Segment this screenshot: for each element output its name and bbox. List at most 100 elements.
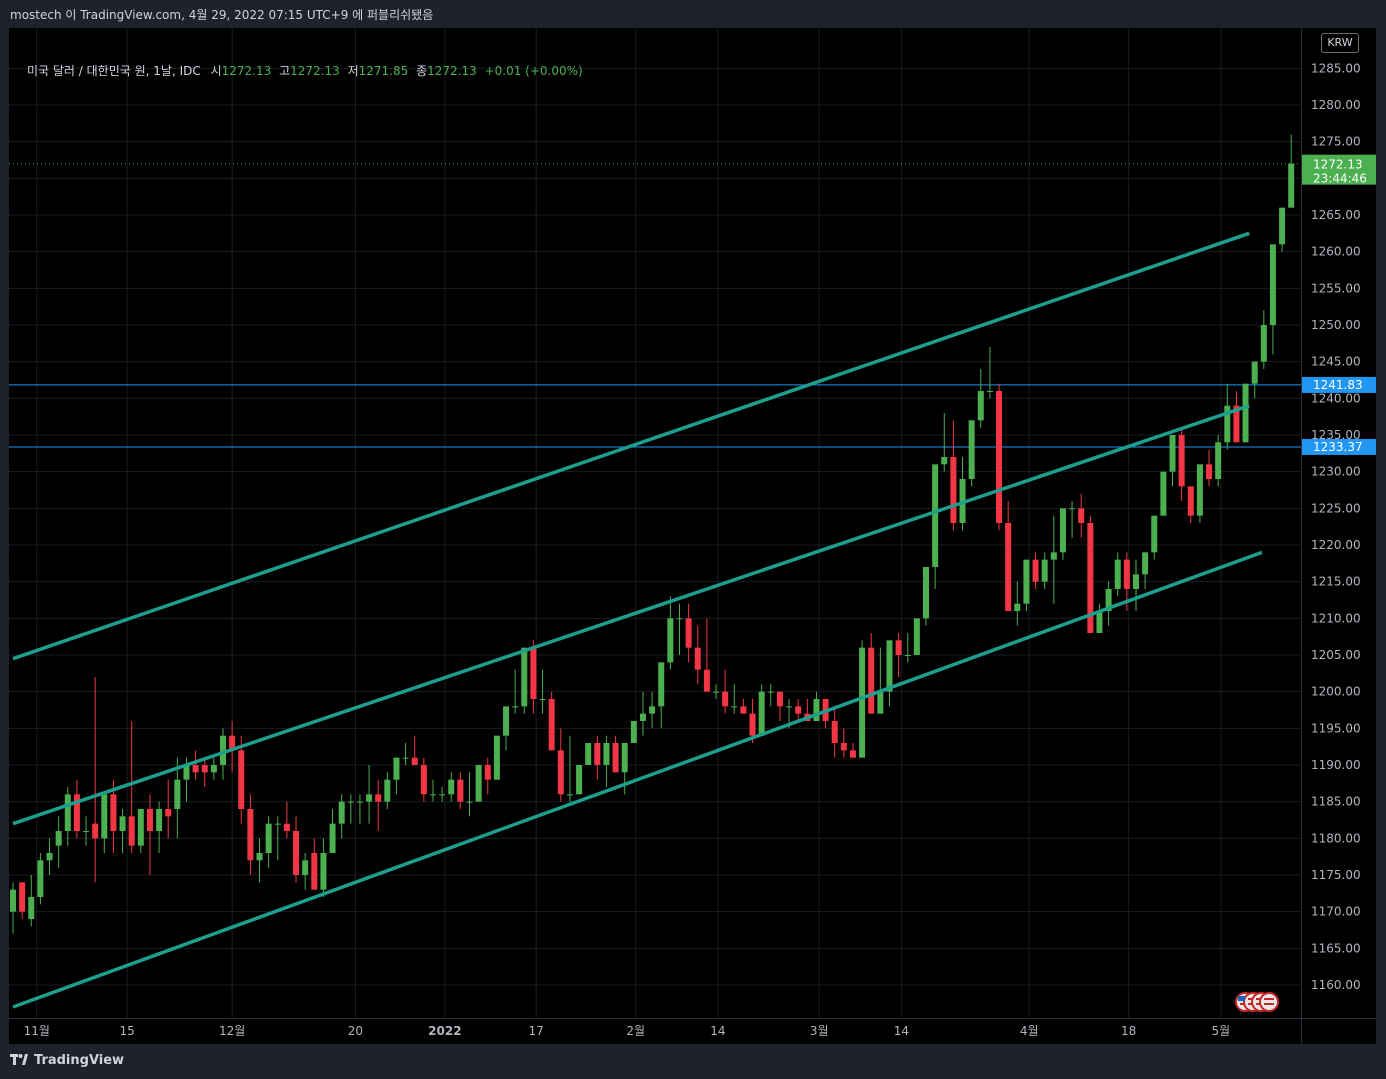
y-tick-label: 1175.00 — [1311, 868, 1361, 882]
candle-body — [347, 801, 354, 803]
candle-body — [1288, 163, 1295, 208]
candle-body — [786, 706, 793, 708]
candle-body — [466, 801, 473, 803]
x-tick-label: 4월 — [1020, 1024, 1039, 1038]
candle-body — [192, 765, 199, 773]
y-tick-label: 1250.00 — [1311, 318, 1361, 332]
candle-body — [658, 662, 665, 707]
candlestick-chart[interactable]: 1160.00 1165.00 1170.00 1175.00 1180.00 1185.… — [9, 28, 1376, 1044]
level-price-label: 1233.37 — [1313, 440, 1363, 454]
candle-body — [1059, 508, 1066, 553]
candle-body — [411, 757, 418, 765]
y-tick-label: 1205.00 — [1311, 648, 1361, 662]
flag-stripe — [1264, 1003, 1274, 1005]
candle-body — [1014, 603, 1021, 611]
candle-body — [420, 765, 427, 795]
candle-body — [402, 757, 409, 759]
candle-body — [10, 889, 16, 912]
candle-body — [293, 831, 300, 875]
legend-high: 1272.13 — [290, 64, 340, 78]
candle-body — [265, 823, 272, 853]
x-tick-label: 17 — [529, 1024, 544, 1038]
candle-body — [868, 647, 875, 714]
candle-body — [585, 743, 592, 765]
y-tick-label: 1280.00 — [1311, 98, 1361, 112]
candle-body — [649, 706, 656, 714]
channel-trend-line — [12, 550, 1263, 1009]
candle-body — [1151, 515, 1158, 553]
candle-body — [1005, 523, 1012, 611]
candle-body — [557, 750, 564, 795]
candle-body — [1206, 464, 1213, 479]
candle-body — [977, 391, 984, 421]
candle-body — [1242, 383, 1249, 443]
y-tick-label: 1230.00 — [1311, 465, 1361, 479]
y-tick-label: 1210.00 — [1311, 611, 1361, 625]
y-tick-label: 1220.00 — [1311, 538, 1361, 552]
candle-body — [274, 823, 281, 825]
candle-body — [639, 713, 646, 721]
candle-body — [356, 801, 363, 803]
y-tick-label: 1285.00 — [1311, 61, 1361, 75]
level-price-label: 1241.83 — [1313, 378, 1363, 392]
candle-body — [749, 713, 756, 736]
candle-body — [895, 640, 902, 655]
flag-circle — [1259, 992, 1279, 1012]
y-tick-label: 1240.00 — [1311, 391, 1361, 405]
candle-body — [28, 897, 35, 919]
legend-low-label: 저 — [347, 64, 359, 78]
candle-body — [1279, 207, 1286, 245]
candle-body — [338, 801, 345, 824]
currency-badge[interactable]: KRW — [1321, 33, 1359, 53]
candle-body — [64, 794, 71, 831]
candle-body — [886, 640, 893, 692]
candle-body — [703, 669, 710, 692]
candle-body — [320, 853, 327, 890]
candle-body — [603, 743, 610, 765]
tradingview-brand: TradingView — [34, 1053, 125, 1068]
candle-body — [941, 457, 948, 465]
candle-body — [1260, 325, 1267, 362]
x-tick-label: 18 — [1121, 1024, 1136, 1038]
candle-body — [1078, 508, 1085, 523]
candle-body — [530, 647, 537, 699]
candle-body — [1096, 611, 1103, 633]
legend-symbol[interactable]: 미국 달러 / 대한민국 원, 1날, IDC — [27, 64, 201, 78]
candle-body — [676, 618, 683, 620]
candle-body — [1069, 508, 1076, 510]
candle-body — [393, 757, 400, 780]
candle-body — [1178, 435, 1185, 487]
candle-body — [813, 699, 820, 721]
chart-area[interactable]: 1160.00 1165.00 1170.00 1175.00 1180.00 1185.… — [9, 28, 1376, 1044]
candle-body — [1123, 559, 1130, 589]
candle-body — [1196, 464, 1203, 516]
candle-body — [256, 853, 263, 861]
channel-trend-line — [12, 404, 1250, 826]
candle-body — [1023, 559, 1030, 604]
candle-body — [174, 779, 181, 809]
candle-body — [996, 391, 1003, 523]
y-tick-label: 1160.00 — [1311, 978, 1361, 992]
candle-body — [731, 706, 738, 708]
candle-body — [283, 823, 290, 831]
candle-body — [667, 618, 674, 663]
candle-body — [685, 618, 692, 648]
candle-body — [621, 743, 628, 773]
candle-body — [238, 750, 245, 809]
x-tick-label: 20 — [348, 1024, 363, 1038]
candle-body — [137, 809, 144, 846]
y-tick-label: 1170.00 — [1311, 905, 1361, 919]
candle-body — [923, 567, 929, 619]
x-tick-label: 2022 — [428, 1024, 461, 1038]
candle-body — [767, 691, 774, 693]
candle-body — [1050, 552, 1057, 560]
candle-body — [694, 647, 701, 670]
y-tick-label: 1190.00 — [1311, 758, 1361, 772]
candle-body — [521, 647, 528, 707]
candle-body — [1114, 559, 1121, 589]
tradingview-logo[interactable]: TradingView — [10, 1053, 124, 1068]
legend-low: 1271.85 — [358, 64, 409, 78]
candle-body — [110, 794, 117, 831]
legend-close-label: 종 — [416, 64, 428, 78]
y-tick-label: 1200.00 — [1311, 685, 1361, 699]
